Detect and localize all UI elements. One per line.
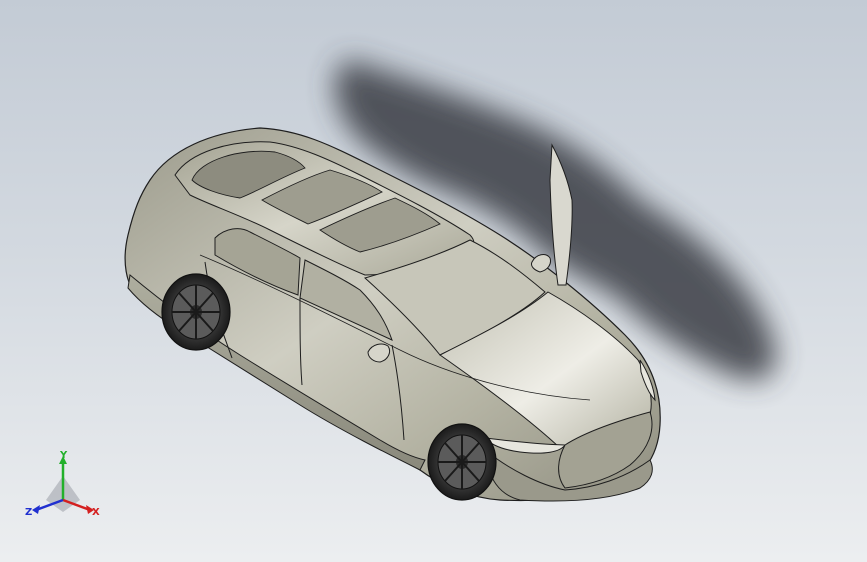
z-axis-arrow bbox=[32, 505, 40, 514]
z-axis-label: Z bbox=[25, 507, 32, 518]
y-axis-label: Y bbox=[59, 450, 68, 461]
rear-wheel[interactable] bbox=[161, 273, 231, 351]
front-wheel[interactable] bbox=[427, 423, 497, 501]
x-axis-label: X bbox=[92, 507, 100, 518]
coordinate-triad[interactable]: Y X Z bbox=[22, 448, 104, 522]
graphics-viewport[interactable]: Y X Z bbox=[0, 0, 867, 562]
model-scene[interactable] bbox=[0, 0, 867, 562]
